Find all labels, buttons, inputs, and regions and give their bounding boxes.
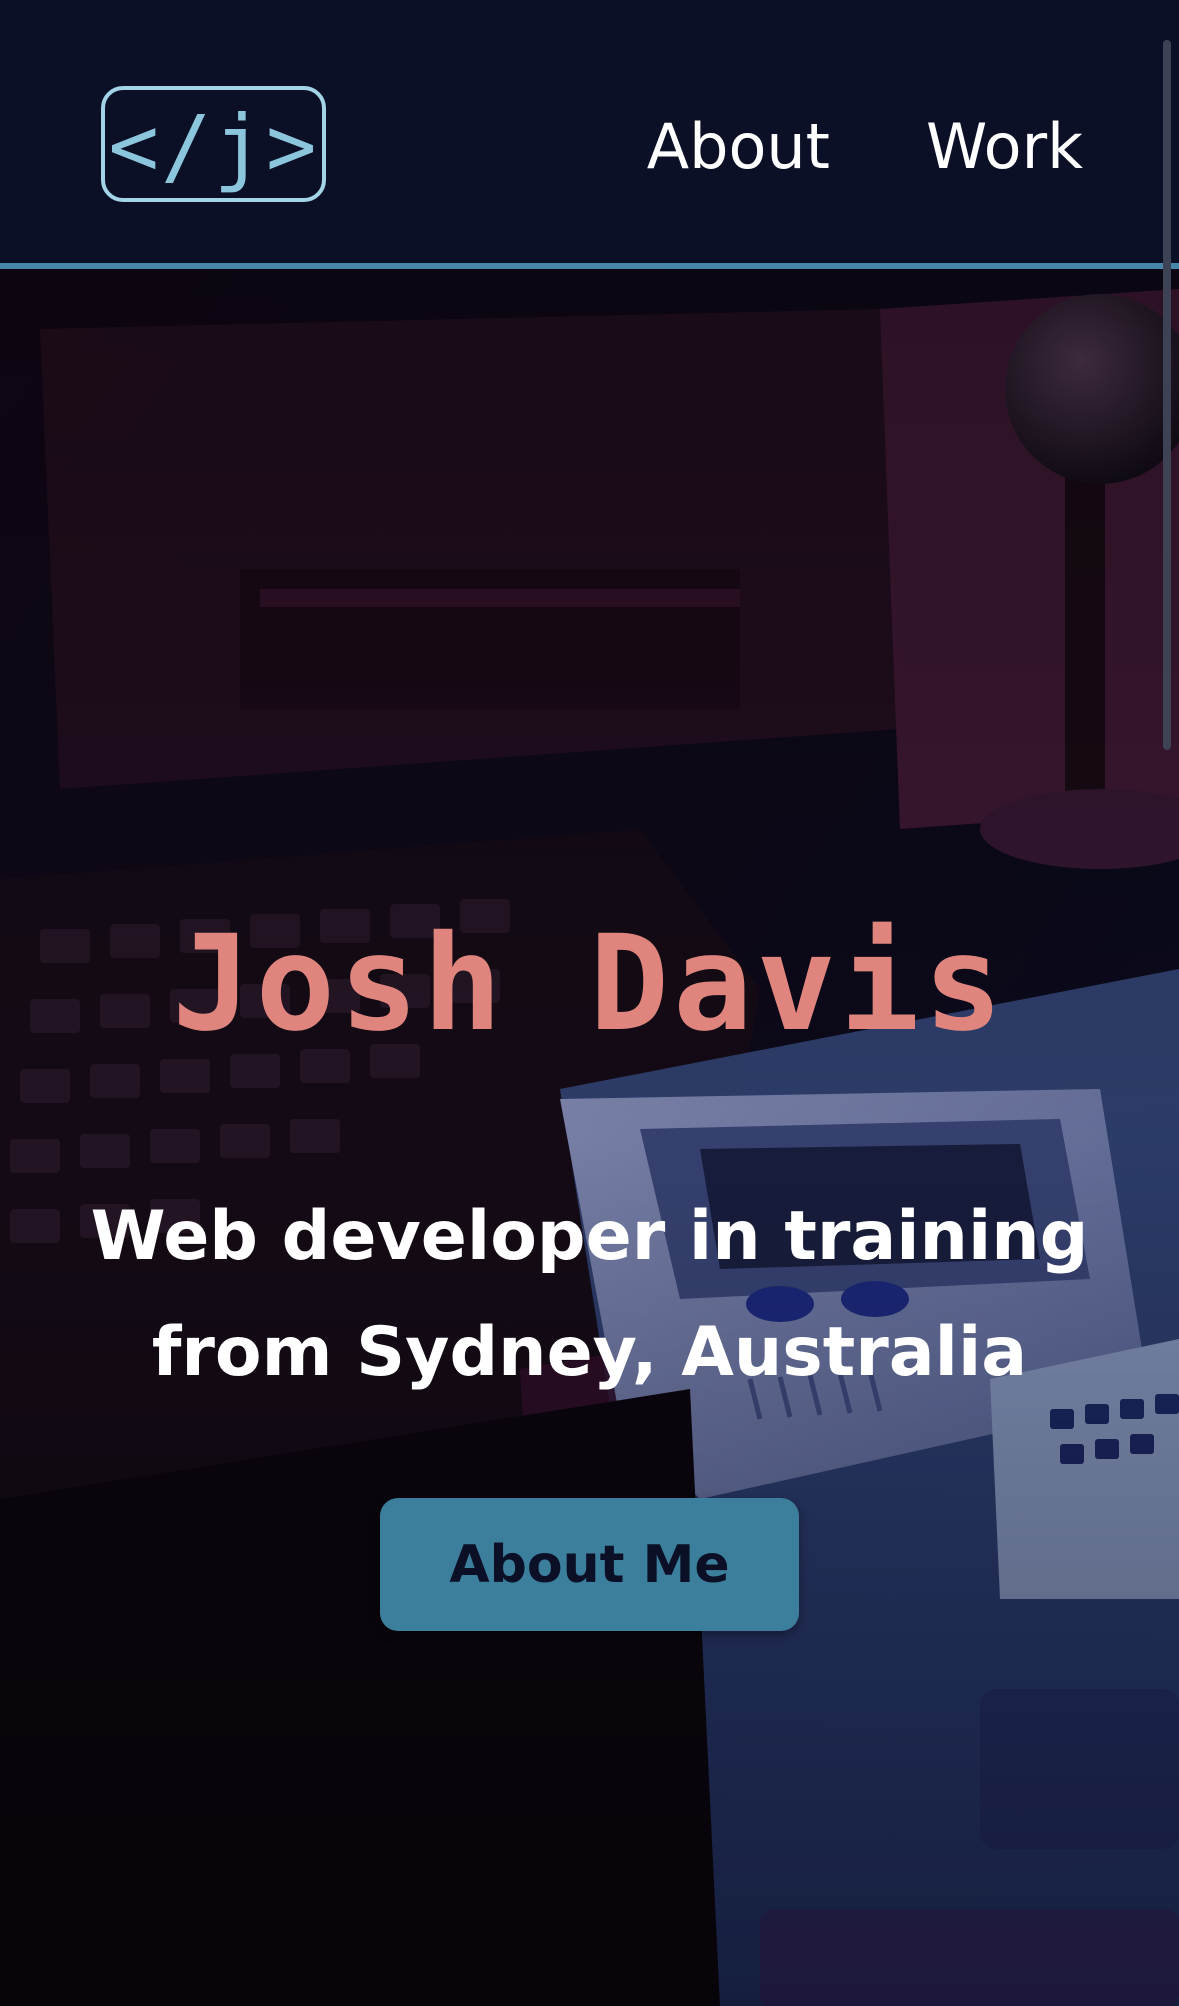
logo-link[interactable]: </j> [101,86,326,202]
hero-content: Josh Davis Web developer in training fro… [0,269,1179,2006]
about-me-button[interactable]: About Me [380,1498,799,1631]
main-nav: About Work [647,112,1083,182]
hero-tagline-line-1: Web developer in training [90,1197,1089,1276]
code-logo-icon: </j> [108,97,319,195]
nav-link-work[interactable]: Work [926,112,1083,182]
site-header: </j> About Work [0,0,1179,263]
header-divider [0,263,1179,269]
hero-tagline-line-2: from Sydney, Australia [151,1313,1028,1392]
nav-link-about[interactable]: About [647,112,830,182]
hero-name: Josh Davis [172,907,1007,1061]
scrollbar-thumb[interactable] [1163,40,1171,750]
hero-section: Josh Davis Web developer in training fro… [0,269,1179,2006]
hero-tagline: Web developer in training from Sydney, A… [0,1179,1179,1411]
